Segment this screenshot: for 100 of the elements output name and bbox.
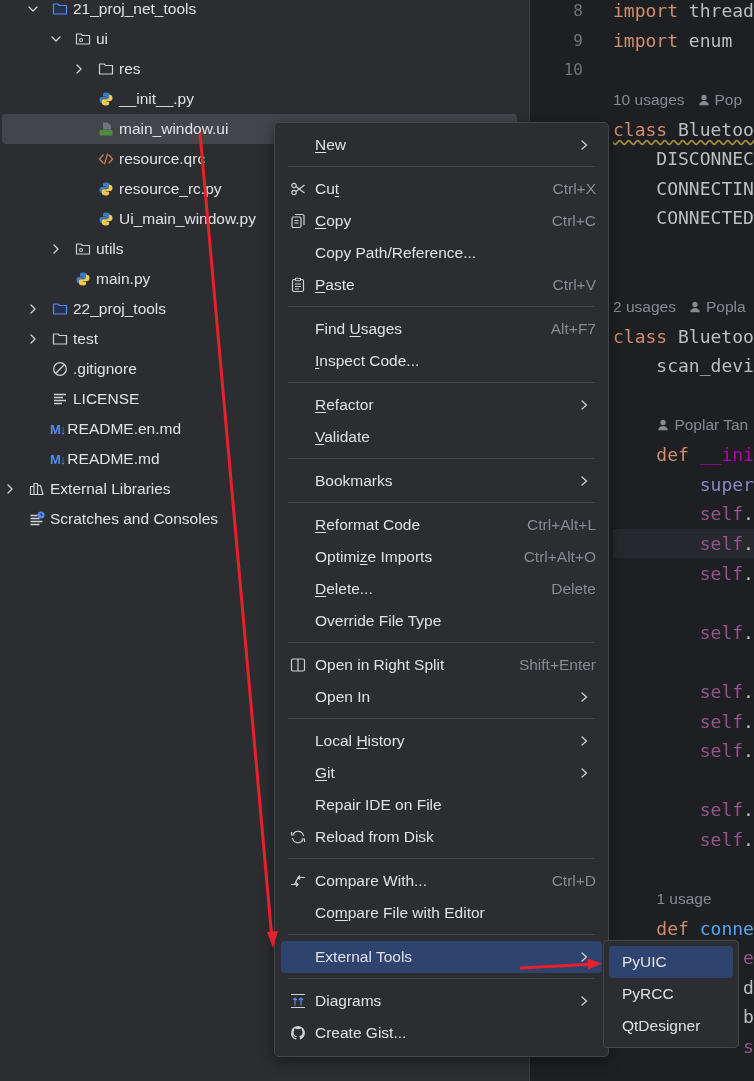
shortcut-text: Delete bbox=[551, 580, 596, 598]
folder-icon bbox=[52, 1, 68, 17]
shortcut-text: Ctrl+Alt+L bbox=[527, 516, 596, 534]
menu-item[interactable]: Git bbox=[281, 757, 602, 789]
usages-hint[interactable]: 10 usages bbox=[613, 90, 685, 109]
shortcut-text: Ctrl+V bbox=[552, 276, 596, 294]
menu-item[interactable]: Local History bbox=[281, 725, 602, 757]
cat-logo-icon bbox=[290, 1025, 306, 1041]
author-hint: Poplar Tan bbox=[674, 416, 749, 435]
folder-icon bbox=[98, 61, 114, 77]
person-icon bbox=[656, 418, 671, 433]
code-line: def __ini bbox=[656, 444, 754, 466]
code-line: DISCONNEC bbox=[656, 148, 754, 170]
code-line: b bbox=[743, 1006, 754, 1028]
menu-item[interactable]: Inspect Code... bbox=[281, 345, 602, 377]
markdown-mark: M↓ bbox=[50, 421, 66, 437]
python-icon bbox=[98, 91, 114, 107]
menu-item[interactable]: Optimize Imports Ctrl+Alt+O bbox=[281, 541, 602, 573]
tree-item[interactable]: ui bbox=[2, 24, 517, 54]
menu-item[interactable]: PyRCC bbox=[609, 978, 733, 1010]
menu-item[interactable]: PyUIC bbox=[609, 946, 733, 978]
code-line: self. bbox=[699, 799, 754, 821]
menu-item[interactable]: Repair IDE on File bbox=[281, 789, 602, 821]
menu-item[interactable]: Open In bbox=[281, 681, 602, 713]
code-line: s bbox=[743, 1036, 754, 1058]
usages-hint[interactable]: 1 usage bbox=[656, 889, 712, 908]
text-lines-icon bbox=[52, 391, 68, 407]
split-view-icon bbox=[290, 657, 306, 673]
python-icon bbox=[75, 271, 91, 287]
code-icon bbox=[98, 151, 114, 167]
menu-item[interactable]: Reformat Code Ctrl+Alt+L bbox=[281, 509, 602, 541]
code-line: self. bbox=[699, 503, 754, 525]
code-line: e bbox=[743, 947, 754, 969]
code-line: self. bbox=[699, 621, 754, 643]
code-line: self. bbox=[699, 710, 754, 732]
code-line: class Bluetoo bbox=[613, 118, 754, 140]
code-line: class Bluetoo bbox=[613, 325, 754, 347]
code-line: self. bbox=[699, 740, 754, 762]
code-line: self. bbox=[699, 533, 754, 554]
menu-item[interactable]: Copy Path/Reference... bbox=[281, 237, 602, 269]
code-line: d bbox=[743, 976, 754, 998]
markdown-mark: M↓ bbox=[50, 451, 66, 467]
menu-item[interactable]: External Tools bbox=[281, 941, 602, 973]
shortcut-text: Alt+F7 bbox=[550, 320, 596, 338]
clipboard-icon bbox=[290, 277, 306, 293]
menu-item[interactable]: Delete... Delete bbox=[281, 573, 602, 605]
person-icon bbox=[687, 299, 702, 314]
usages-hint[interactable]: 2 usages bbox=[613, 297, 676, 316]
shortcut-text: Ctrl+Alt+O bbox=[523, 548, 596, 566]
line-number: 9 bbox=[572, 29, 584, 52]
folder-icon bbox=[75, 31, 91, 47]
code-line: import thread bbox=[613, 0, 754, 22]
author-hint: Popla bbox=[705, 297, 746, 316]
shortcut-text: Shift+Enter bbox=[518, 656, 596, 674]
menu-item[interactable]: Compare With... Ctrl+D bbox=[281, 865, 602, 897]
code-line: def conne bbox=[656, 917, 754, 939]
python-icon bbox=[98, 211, 114, 227]
author-hint: Pop bbox=[714, 90, 743, 109]
menu-item[interactable]: Compare File with Editor bbox=[281, 897, 602, 929]
python-icon bbox=[98, 181, 114, 197]
code-line: scan_devi bbox=[656, 355, 754, 377]
scratch-file-icon bbox=[29, 511, 45, 527]
menu-item[interactable]: Refactor bbox=[281, 389, 602, 421]
code-line: self. bbox=[699, 562, 754, 584]
tree-item[interactable]: res bbox=[2, 54, 517, 84]
folder-icon bbox=[52, 301, 68, 317]
line-number: 10 bbox=[562, 59, 584, 82]
library-icon bbox=[29, 481, 45, 497]
menu-item[interactable]: Diagrams bbox=[281, 985, 602, 1017]
shortcut-text: Ctrl+C bbox=[551, 212, 596, 230]
tree-item[interactable]: __init__.py bbox=[2, 84, 517, 114]
menu-item[interactable]: Create Gist... bbox=[281, 1017, 602, 1049]
compare-icon bbox=[290, 873, 306, 889]
menu-item[interactable]: Override File Type bbox=[281, 605, 602, 637]
reload-icon bbox=[290, 829, 306, 845]
line-number: 8 bbox=[572, 0, 584, 22]
code-line: import enum bbox=[613, 29, 733, 51]
folder-icon bbox=[75, 241, 91, 257]
code-line: self. bbox=[699, 828, 754, 850]
menu-item[interactable]: Open in Right Split Shift+Enter bbox=[281, 649, 602, 681]
diagram-icon bbox=[290, 993, 306, 1009]
menu-item[interactable]: Copy Ctrl+C bbox=[281, 205, 602, 237]
person-icon bbox=[696, 92, 711, 107]
menu-item[interactable]: Cut Ctrl+X bbox=[281, 173, 602, 205]
file-icon bbox=[98, 121, 114, 137]
menu-item[interactable]: Reload from Disk bbox=[281, 821, 602, 853]
menu-item[interactable]: QtDesigner bbox=[609, 1010, 733, 1042]
shortcut-text: Ctrl+D bbox=[551, 872, 596, 890]
code-line: super bbox=[699, 473, 754, 495]
folder-icon bbox=[52, 331, 68, 347]
prohibited-icon bbox=[52, 361, 68, 377]
code-line: CONNECTIN bbox=[656, 177, 754, 199]
menu-item[interactable]: Validate bbox=[281, 421, 602, 453]
scissors-icon bbox=[290, 181, 306, 197]
shortcut-text: Ctrl+X bbox=[552, 180, 596, 198]
code-line: CONNECTED bbox=[656, 207, 754, 229]
menu-item[interactable]: Bookmarks bbox=[281, 465, 602, 497]
code-line: self. bbox=[699, 680, 754, 702]
tree-item[interactable]: 21_proj_net_tools bbox=[2, 0, 517, 24]
copy-icon bbox=[290, 213, 306, 229]
